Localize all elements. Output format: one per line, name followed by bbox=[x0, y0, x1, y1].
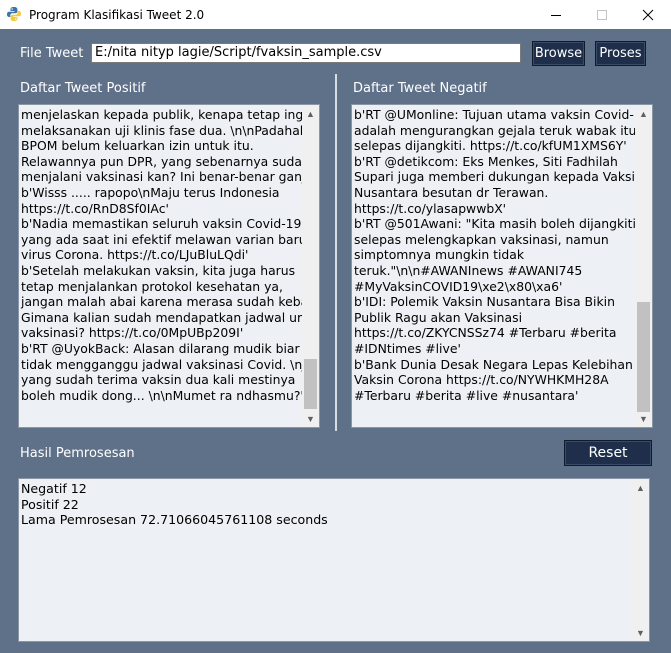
text-line: BPOM belum keluarkan izin untuk itu. bbox=[21, 138, 254, 154]
text-line: selepas dijangkiti. https://t.co/kfUM1XM… bbox=[354, 138, 627, 154]
negative-tweets-textbox[interactable]: b'RT @UMonline: Tujuan utama vaksin Covi… bbox=[351, 104, 653, 428]
text-line: #MyVaksinCOVID19\xe2\x80\xa6' bbox=[354, 278, 563, 294]
text-line: virus Corona. https://t.co/LJuBluLQdi' bbox=[21, 247, 249, 263]
text-line: menjelaskan kepada publik, kenapa tetap … bbox=[21, 107, 315, 122]
maximize-icon bbox=[597, 9, 607, 20]
text-line: b'IDI: Polemik Vaksin Nusantara Bisa Bik… bbox=[354, 294, 615, 310]
scroll-thumb[interactable] bbox=[304, 359, 317, 409]
text-line: melaksanakan uji klinis fase dua. \n\nPa… bbox=[21, 122, 304, 138]
text-line: simptomnya mungkin tidak bbox=[354, 247, 525, 263]
text-line: Lama Pemrosesan 72.71066045761108 second… bbox=[21, 512, 328, 528]
text-line: b'Nadia memastikan seluruh vaksin Covid-… bbox=[21, 216, 302, 232]
text-line: Positif 22 bbox=[21, 496, 79, 512]
scroll-up-icon[interactable]: ▲ bbox=[632, 479, 649, 496]
text-line: b'RT @UyokBack: Alasan dilarang mudik bi… bbox=[21, 340, 300, 356]
text-line: tetap menjalankan protokol kesehatan ya, bbox=[21, 278, 283, 294]
text-line: yang sudah terima vaksin dua kali mestin… bbox=[21, 372, 296, 388]
negative-tweets-text: b'RT @UMonline: Tujuan utama vaksin Covi… bbox=[354, 107, 650, 403]
text-line: https://t.co/ZKYCNSSz74 #Terbaru #berita bbox=[354, 325, 617, 341]
close-icon bbox=[642, 9, 654, 20]
text-line: #Terbaru #berita #live #nusantara' bbox=[354, 387, 579, 403]
text-line: b'RT @UMonline: Tujuan utama vaksin Covi… bbox=[354, 107, 650, 122]
scroll-up-icon[interactable]: ▲ bbox=[302, 105, 319, 122]
title-bar: Program Klasifikasi Tweet 2.0 bbox=[0, 0, 671, 29]
text-line: adalah mengurangkan gejala teruk wabak i… bbox=[354, 122, 637, 138]
text-line: vaksinasi? https://t.co/0MpUBp209I' bbox=[21, 325, 244, 341]
text-line: #IDNtimes #live' bbox=[354, 340, 461, 356]
text-line: Publik Ragu akan Vaksinasi bbox=[354, 309, 523, 325]
positive-scrollbar[interactable]: ▲ ▼ bbox=[302, 105, 319, 427]
text-line: https://t.co/ylasapwwbX' bbox=[354, 200, 507, 216]
text-line: menjalani vaksinasi kan? Ini benar-benar… bbox=[21, 169, 320, 185]
text-line: b'Wisss ..... rapopo\nMaju terus Indones… bbox=[21, 184, 280, 200]
result-scrollbar[interactable]: ▲ ▼ bbox=[632, 479, 649, 641]
text-line: https://t.co/RnD8Sf0IAc' bbox=[21, 200, 169, 216]
scroll-down-icon[interactable]: ▼ bbox=[302, 410, 319, 427]
text-line: Gimana kalian sudah mendapatkan jadwal u… bbox=[21, 309, 320, 325]
text-line: b'RT @detikcom: Eks Menkes, Siti Fadhila… bbox=[354, 153, 618, 169]
process-button[interactable]: Proses bbox=[595, 41, 646, 66]
positive-tweets-text: menjelaskan kepada publik, kenapa tetap … bbox=[21, 107, 320, 403]
minimize-button[interactable] bbox=[533, 0, 579, 29]
panel-divider bbox=[335, 74, 337, 431]
negative-scrollbar[interactable]: ▲ ▼ bbox=[635, 105, 652, 427]
text-line: Supari juga memberi dukungan kepada Vaks… bbox=[354, 169, 643, 185]
result-text: Negatif 12 Positif 22 Lama Pemrosesan 72.7… bbox=[21, 481, 328, 528]
scroll-thumb[interactable] bbox=[637, 302, 650, 412]
text-line: b'RT @501Awani: "Kita masih boleh dijang… bbox=[354, 216, 636, 232]
text-line: teruk."\n\n#AWANInews #AWANI745 bbox=[354, 262, 583, 278]
python-app-icon bbox=[6, 6, 22, 22]
reset-button[interactable]: Reset bbox=[564, 440, 652, 466]
text-line: b'Bank Dunia Desak Negara Lepas Kelebiha… bbox=[354, 356, 633, 372]
positive-tweets-label: Daftar Tweet Positif bbox=[20, 81, 146, 96]
text-line: Negatif 12 bbox=[21, 481, 87, 496]
text-line: boleh mudik dong... \n\nMumet ra ndhasmu… bbox=[21, 387, 304, 403]
result-label: Hasil Pemrosesan bbox=[20, 446, 135, 461]
maximize-button[interactable] bbox=[579, 0, 625, 29]
text-line: yang ada saat ini efektif melawan varian… bbox=[21, 231, 307, 247]
text-line: Vaksin Corona https://t.co/NYWHKMH28A bbox=[354, 372, 609, 388]
text-line: jangan malah abai karena merasa sudah ke… bbox=[21, 294, 316, 310]
text-line: Relawannya pun DPR, yang sebenarnya suda… bbox=[21, 153, 310, 169]
text-line: tidak mengganggu jadwal vaksinasi Covid.… bbox=[21, 356, 320, 372]
result-textbox[interactable]: Negatif 12 Positif 22 Lama Pemrosesan 72.7… bbox=[18, 478, 650, 642]
file-tweet-label: File Tweet bbox=[20, 46, 84, 61]
file-path-input[interactable]: E:/nita nityp lagie/Script/fvaksin_sampl… bbox=[91, 43, 521, 63]
text-line: b'Setelah melakukan vaksin, kita juga ha… bbox=[21, 262, 296, 278]
scroll-down-icon[interactable]: ▼ bbox=[632, 624, 649, 641]
positive-tweets-textbox[interactable]: menjelaskan kepada publik, kenapa tetap … bbox=[18, 104, 320, 428]
text-line: selepas melengkapkan vaksinasi, namun bbox=[354, 231, 609, 247]
scroll-up-icon[interactable]: ▲ bbox=[635, 105, 652, 122]
text-line: Nusantara besutan dr Terawan. bbox=[354, 184, 549, 200]
window-title: Program Klasifikasi Tweet 2.0 bbox=[29, 8, 205, 22]
close-button[interactable] bbox=[625, 0, 671, 29]
app-window: Program Klasifikasi Tweet 2.0 File Tweet… bbox=[0, 0, 671, 653]
negative-tweets-label: Daftar Tweet Negatif bbox=[353, 81, 487, 96]
browse-button[interactable]: Browse bbox=[532, 41, 585, 66]
scroll-down-icon[interactable]: ▼ bbox=[635, 410, 652, 427]
minimize-icon bbox=[551, 14, 561, 16]
